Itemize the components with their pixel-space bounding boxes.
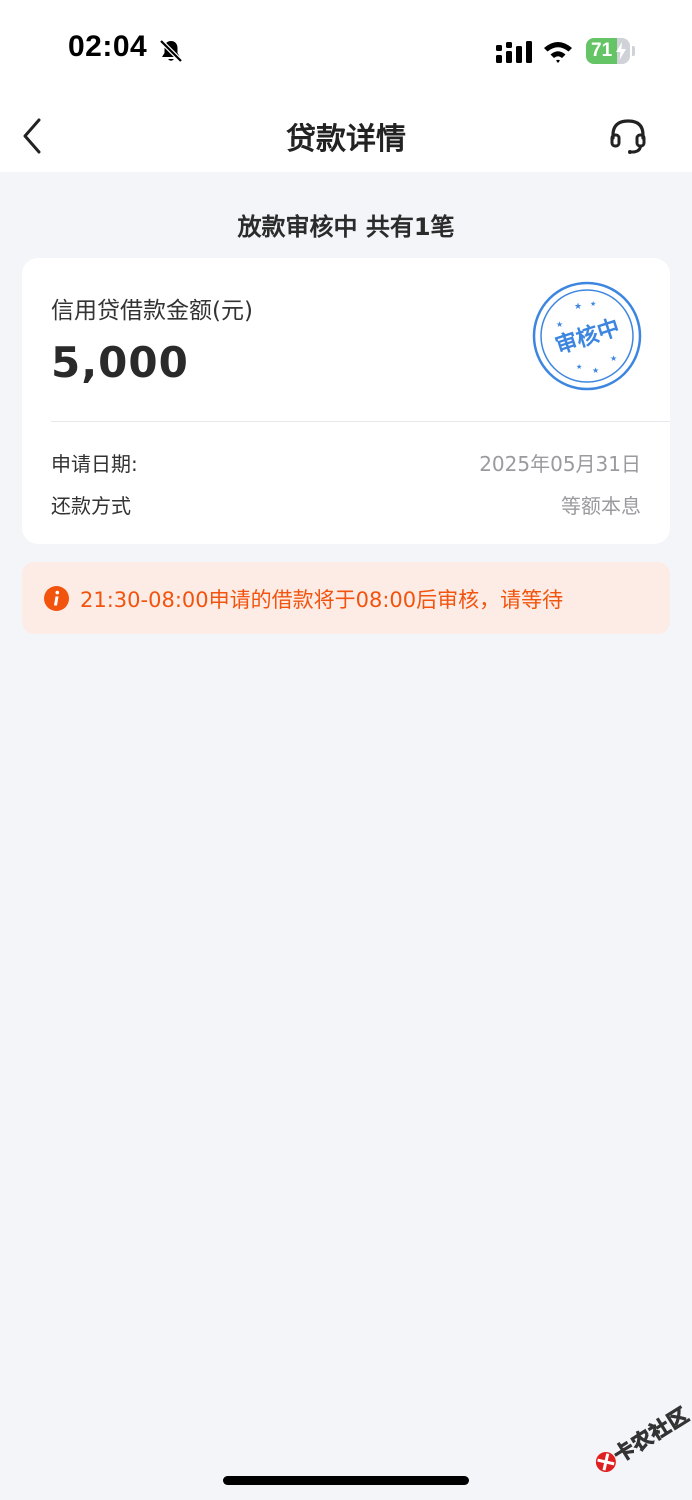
- cellular-signal-icon: [496, 41, 532, 63]
- repayment-method-row: 还款方式 等额本息: [51, 490, 641, 520]
- headset-icon: [610, 119, 646, 154]
- apply-date-label: 申请日期:: [51, 452, 138, 476]
- review-stamp: ★ ★ ★ ★ ★ ★ 审核中: [532, 281, 642, 391]
- loan-card[interactable]: 信用贷借款金额(元) 5,000 ★ ★ ★ ★ ★ ★ 审核中 申请日期: 2…: [22, 258, 670, 544]
- svg-text:★: ★: [590, 300, 596, 308]
- status-bar: 02:04 71: [0, 0, 692, 100]
- apply-date-row: 申请日期: 2025年05月31日: [51, 448, 641, 478]
- svg-text:★: ★: [574, 302, 582, 312]
- card-divider: [51, 421, 670, 422]
- nav-bar: 贷款详情: [0, 100, 692, 172]
- amount-label: 信用贷借款金额(元): [51, 298, 253, 324]
- battery-cap: [632, 46, 635, 56]
- bell-slash-icon: [159, 39, 183, 63]
- watermark: 卡农社区: [579, 1387, 692, 1499]
- battery-percent: 71: [591, 40, 613, 61]
- page-title: 贷款详情: [286, 122, 406, 157]
- home-indicator[interactable]: [223, 1476, 469, 1485]
- repayment-method-label: 还款方式: [51, 494, 131, 518]
- watermark-text: 卡农社区: [609, 1402, 692, 1468]
- svg-text:★: ★: [576, 363, 582, 371]
- info-icon: [44, 586, 69, 611]
- notice-text: 21:30-08:00申请的借款将于08:00后审核，请等待: [80, 588, 564, 612]
- section-heading: 放款审核中 共有1笔: [237, 213, 455, 241]
- customer-service-button[interactable]: [604, 112, 652, 160]
- apply-date-value: 2025年05月31日: [479, 452, 641, 476]
- battery-icon: 71: [586, 38, 630, 64]
- charging-bolt-icon: [616, 42, 626, 60]
- svg-text:★: ★: [610, 354, 617, 363]
- repayment-method-value: 等额本息: [561, 494, 641, 518]
- amount-value: 5,000: [51, 338, 189, 387]
- wifi-icon: [544, 42, 572, 63]
- svg-text:★: ★: [592, 366, 599, 375]
- notice-bar: 21:30-08:00申请的借款将于08:00后审核，请等待: [22, 562, 670, 634]
- status-time: 02:04: [68, 30, 148, 63]
